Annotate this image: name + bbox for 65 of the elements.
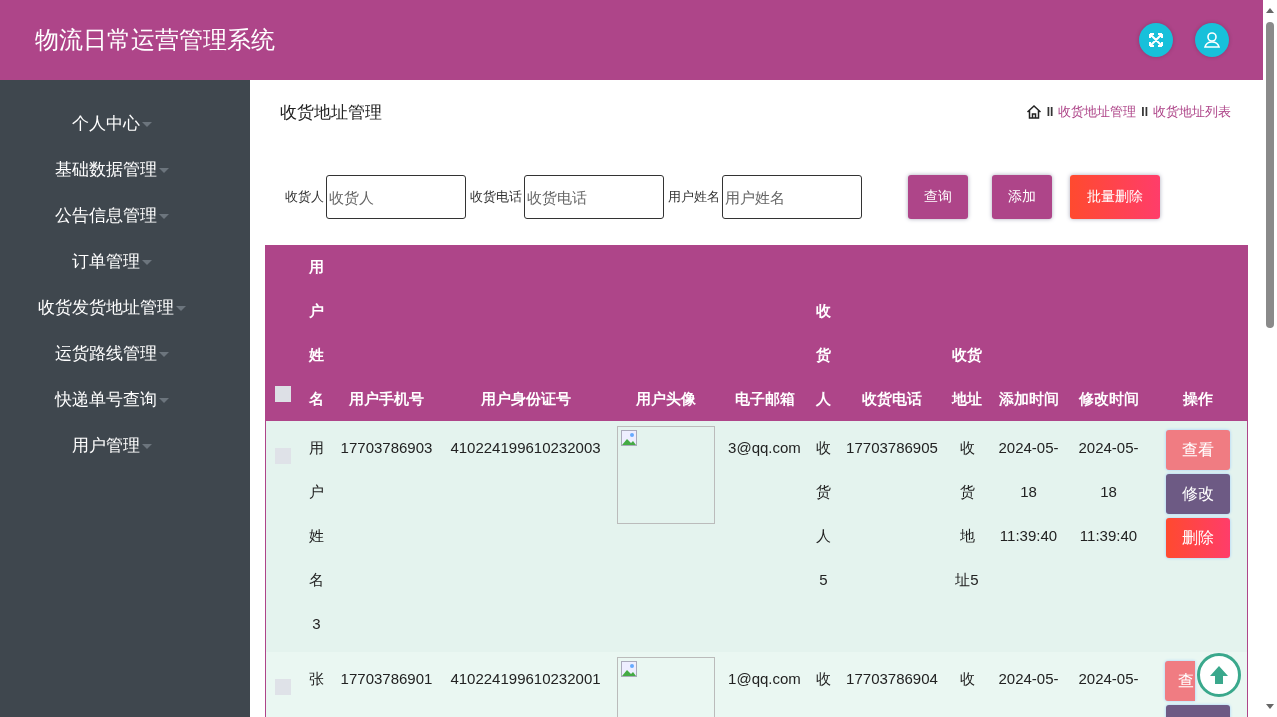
field-label: 用户姓名 [668, 188, 720, 206]
table-cell-text: 410224199610232003 [449, 438, 602, 458]
sidebar-item[interactable]: 公告信息管理 [0, 192, 250, 238]
caret-icon [142, 443, 152, 449]
scroll-up-icon[interactable] [1266, 8, 1274, 13]
field-label: 收货人 [285, 188, 324, 206]
page-title: 收货地址管理 [280, 101, 383, 124]
breadcrumb-link[interactable]: 收货地址列表 [1153, 103, 1231, 121]
delete-button[interactable]: 删除 [1165, 518, 1230, 558]
table-cell-text: 收货地址5 [954, 438, 980, 590]
breadcrumb-separator: II [1046, 105, 1054, 119]
sidebar-item[interactable]: 订单管理 [0, 238, 250, 284]
user-icon [1203, 31, 1221, 49]
caret-icon [159, 167, 169, 173]
caret-icon [142, 259, 152, 265]
field-label: 收货电话 [470, 188, 522, 206]
sidebar-item[interactable]: 快递单号查询 [0, 376, 250, 422]
table-cell-text: 17703786904 [845, 669, 939, 689]
user-button[interactable] [1195, 23, 1229, 57]
table-cell-text: 17703786905 [845, 438, 939, 458]
table-cell-text: 收货人5 [815, 438, 832, 590]
view-button[interactable]: 查看 [1165, 430, 1230, 470]
breadcrumb-separator: II [1141, 105, 1148, 119]
action-button[interactable]: 查询 [908, 175, 968, 219]
search-field[interactable]: 收货人 [326, 175, 466, 219]
caret-icon [159, 397, 169, 403]
scrollbar-thumb[interactable] [1266, 22, 1274, 328]
caret-icon [159, 213, 169, 219]
broken-image-icon [620, 430, 637, 446]
sidebar-item[interactable]: 基础数据管理 [0, 146, 250, 192]
caret-icon [176, 305, 186, 311]
table-cell-text: 2024-05- [1077, 669, 1140, 689]
table-cell-text: 用户姓名3 [308, 438, 325, 634]
table-cell-text: 410224199610232001 [449, 669, 602, 689]
sidebar-item[interactable]: 运货路线管理 [0, 330, 250, 376]
table-cell-text: 张 [308, 669, 325, 689]
caret-icon [142, 121, 152, 127]
table-cell-text: 3@qq.com [727, 438, 802, 458]
scroll-down-icon[interactable] [1266, 704, 1274, 709]
table-cell-text: 17703786901 [339, 669, 434, 689]
broken-image-icon [620, 661, 637, 677]
caret-icon [159, 351, 169, 357]
up-arrow-icon [1208, 664, 1230, 686]
table-cell-text: 2024-05-18 11:39:40 [1077, 438, 1140, 546]
table-cell-text: 收 [815, 669, 832, 689]
search-field[interactable]: 用户姓名 [722, 175, 862, 219]
table-cell-text: 1@qq.com [727, 669, 802, 689]
search-field[interactable]: 收货电话 [524, 175, 664, 219]
edit-button[interactable]: 修改 [1165, 474, 1230, 514]
table-cell-text: 2024-05-18 11:39:40 [997, 438, 1060, 546]
table-cell-text: 收 [958, 669, 976, 689]
sidebar-item[interactable]: 用户管理 [0, 422, 250, 468]
breadcrumb-link[interactable]: 收货地址管理 [1058, 103, 1137, 121]
batch-delete-button[interactable]: 批量删除 [1070, 175, 1160, 219]
sidebar-item[interactable]: 收货发货地址管理 [0, 284, 250, 330]
select-all-checkbox[interactable] [275, 386, 292, 403]
table-cell-text: 17703786903 [339, 438, 434, 458]
view-button[interactable]: 查 [1164, 661, 1195, 701]
fullscreen-button[interactable] [1139, 23, 1173, 57]
home-icon[interactable] [1025, 104, 1042, 120]
sidebar-item[interactable]: 个人中心 [0, 100, 250, 146]
action-button[interactable]: 添加 [992, 175, 1052, 219]
expand-arrows-icon [1148, 32, 1164, 48]
app-title: 物流日常运营管理系统 [35, 25, 276, 55]
table-cell-text: 2024-05- [997, 669, 1060, 689]
